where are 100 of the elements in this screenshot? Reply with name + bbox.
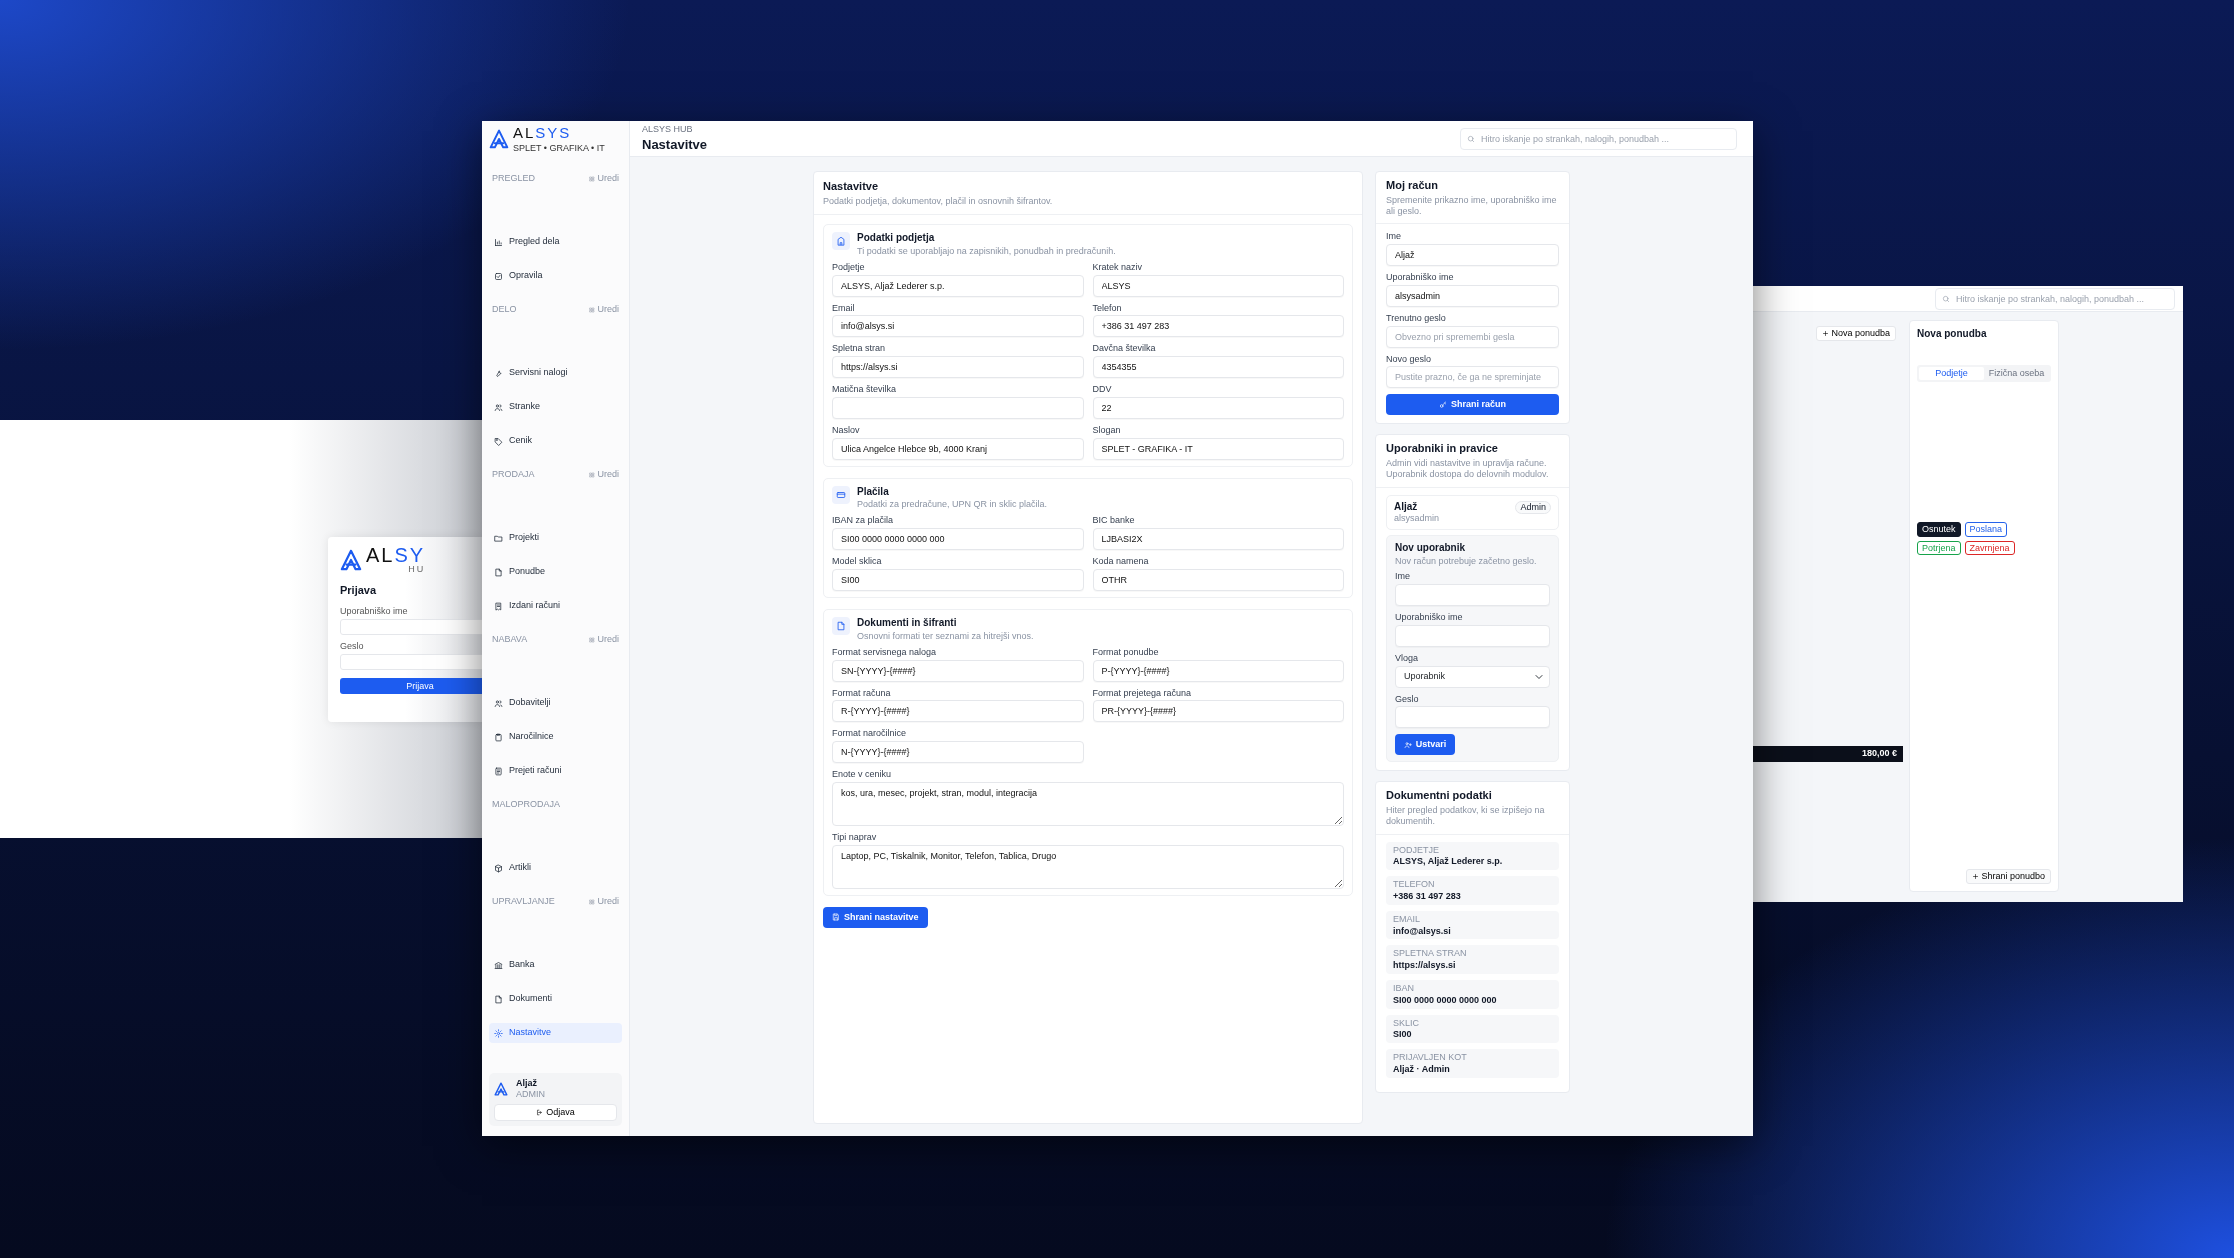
- section-label: NABAVA: [492, 633, 528, 646]
- input-field[interactable]: [1395, 624, 1550, 647]
- nav-item[interactable]: Cenik: [489, 431, 622, 451]
- input-field[interactable]: N-{YYYY}-{####}: [832, 741, 1084, 764]
- input-field[interactable]: Aljaž: [1386, 244, 1559, 267]
- plus-icon: [1972, 872, 1980, 880]
- input-field[interactable]: OTHR: [1092, 569, 1344, 592]
- search-field[interactable]: Hitro iskanje po strankah, nalogih, ponudbah ...: [1460, 127, 1737, 150]
- info-value: +386 31 497 283: [1393, 891, 1462, 902]
- info-label: IBAN: [1393, 983, 1415, 994]
- role-select[interactable]: Uporabnik: [1395, 665, 1550, 688]
- role-badge: Admin: [1515, 500, 1551, 514]
- input-field[interactable]: LJBASI2X: [1092, 528, 1344, 551]
- info-label: SPLETNA STRAN: [1393, 948, 1468, 960]
- login-button[interactable]: Prijava: [340, 678, 482, 695]
- logout-button[interactable]: Odjava: [494, 1104, 617, 1121]
- document-icon: [494, 766, 503, 776]
- input-field[interactable]: [832, 396, 1084, 419]
- nav-item[interactable]: Dobavitelji: [489, 693, 622, 713]
- input-field[interactable]: SI00 0000 0000 0000 000: [832, 528, 1084, 551]
- tab[interactable]: Podjetje: [1919, 366, 1984, 380]
- text-area[interactable]: kos, ura, mesec, projekt, stran, modul, integracija: [832, 782, 1344, 826]
- section-subtitle: Nov račun potrebuje začetno geslo.: [1395, 555, 1538, 568]
- input-field[interactable]: [1395, 584, 1550, 606]
- field-label: Geslo: [340, 641, 365, 653]
- input-field[interactable]: R-{YYYY}-{####}: [832, 700, 1084, 723]
- section-label: UPRAVLJANJE: [492, 895, 555, 908]
- input-field[interactable]: ALSYS, Aljaž Lederer s.p.: [832, 274, 1084, 297]
- field-label: Uporabniško ime: [340, 605, 409, 617]
- field-label: Uporabniško ime: [1386, 272, 1455, 283]
- create-button[interactable]: Ustvari: [1395, 734, 1455, 756]
- input-field[interactable]: +386 31 497 283: [1092, 315, 1344, 338]
- input-field[interactable]: Ulica Angelce Hlebce 9b, 4000 Kranj: [832, 437, 1084, 460]
- nav-item[interactable]: Izdani računi: [489, 596, 622, 616]
- nav-item[interactable]: Banka: [489, 955, 622, 975]
- nav-item[interactable]: Artikli: [489, 858, 622, 878]
- grid-icon: [589, 636, 596, 643]
- input-field[interactable]: Obvezno pri spremembi gesla: [1386, 325, 1559, 348]
- input-field[interactable]: Pustite prazno, če ga ne spreminjate: [1386, 366, 1559, 389]
- text-area[interactable]: Laptop, PC, Tiskalnik, Monitor, Telefon, Tablica, Drugo: [832, 844, 1344, 889]
- new-offer-button[interactable]: Nova ponudba: [1816, 326, 1896, 342]
- nav-item[interactable]: Servisni nalogi: [489, 363, 622, 383]
- grid-icon: [589, 306, 596, 313]
- document-icon: [494, 994, 503, 1004]
- logo-icon: [494, 1081, 508, 1096]
- field-label: Ime: [1386, 231, 1402, 243]
- input-field[interactable]: [340, 619, 482, 635]
- nav-item[interactable]: Ponudbe: [489, 562, 622, 582]
- login-title: Prijava: [340, 584, 378, 598]
- logo-text: SYS: [535, 124, 572, 141]
- input-field[interactable]: ALSYS: [1092, 274, 1344, 297]
- input-field[interactable]: alsysadmin: [1386, 284, 1559, 307]
- field-label: Format ponudbe: [1092, 646, 1160, 658]
- input-field[interactable]: https://alsys.si: [832, 356, 1084, 379]
- input-field[interactable]: PR-{YYYY}-{####}: [1092, 700, 1344, 723]
- nav-item[interactable]: Stranke: [489, 397, 622, 417]
- card-title: Uporabniki in pravice: [1386, 442, 1499, 457]
- input-field[interactable]: 22: [1092, 396, 1344, 419]
- save-offer-button[interactable]: Shrani ponudbo: [1966, 868, 2051, 884]
- search-field[interactable]: Hitro iskanje po strankah, nalogih, ponudbah ...: [1935, 287, 2175, 310]
- nav-item[interactable]: Projekti: [489, 528, 622, 548]
- user-name: Aljaž: [1394, 500, 1419, 514]
- field-label: Vloga: [1395, 652, 1420, 664]
- status-chip[interactable]: Poslana: [1964, 521, 2008, 537]
- nav-item[interactable]: Opravila: [489, 266, 622, 286]
- input-field[interactable]: P-{YYYY}-{####}: [1092, 659, 1344, 682]
- logo-text: AL: [513, 124, 536, 141]
- nav-item[interactable]: Pregled dela: [489, 232, 622, 252]
- input-field[interactable]: SPLET - GRAFIKA - IT: [1092, 437, 1344, 460]
- nav-item[interactable]: Dokumenti: [489, 989, 622, 1009]
- input-field[interactable]: info@alsys.si: [832, 315, 1084, 338]
- input-field[interactable]: SN-{YYYY}-{####}: [832, 659, 1084, 682]
- tab[interactable]: Fizična oseba: [1984, 366, 2049, 380]
- nav-item[interactable]: Prejeti računi: [489, 761, 622, 781]
- panel-title: Nova ponudba: [1917, 328, 1988, 341]
- user-login: alsysadmin: [1394, 513, 1440, 525]
- status-chip[interactable]: Potrjena: [1917, 540, 1961, 556]
- input-field[interactable]: 4354355: [1092, 356, 1344, 379]
- page-title: Nastavitve: [642, 137, 708, 153]
- input-field[interactable]: SI00: [832, 569, 1084, 592]
- input-field[interactable]: [340, 654, 482, 671]
- status-chip[interactable]: Zavrnjena: [1964, 540, 2015, 556]
- input-field[interactable]: [1395, 706, 1550, 729]
- save-account-button[interactable]: Shrani račun: [1386, 394, 1559, 416]
- save-icon: [832, 913, 840, 922]
- card-title: Moj račun: [1386, 179, 1439, 193]
- building-icon: [836, 236, 846, 246]
- save-button[interactable]: Shrani nastavitve: [823, 906, 928, 928]
- nav-item[interactable]: Nastavitve: [489, 1023, 622, 1043]
- bank-icon: [494, 960, 503, 970]
- section-subtitle: Osnovni formati ter seznami za hitrejši vnos.: [857, 630, 1034, 642]
- field-label: Naslov: [832, 424, 861, 436]
- field-label: DDV: [1092, 384, 1113, 395]
- document-icon: [836, 621, 846, 632]
- info-label: EMAIL: [1393, 913, 1421, 925]
- wrench-icon: [494, 368, 503, 378]
- nav-item[interactable]: Naročilnice: [489, 727, 622, 747]
- section-label: PREGLED: [492, 172, 535, 185]
- status-chip[interactable]: Osnutek: [1917, 521, 1961, 537]
- people-icon: [494, 698, 503, 708]
